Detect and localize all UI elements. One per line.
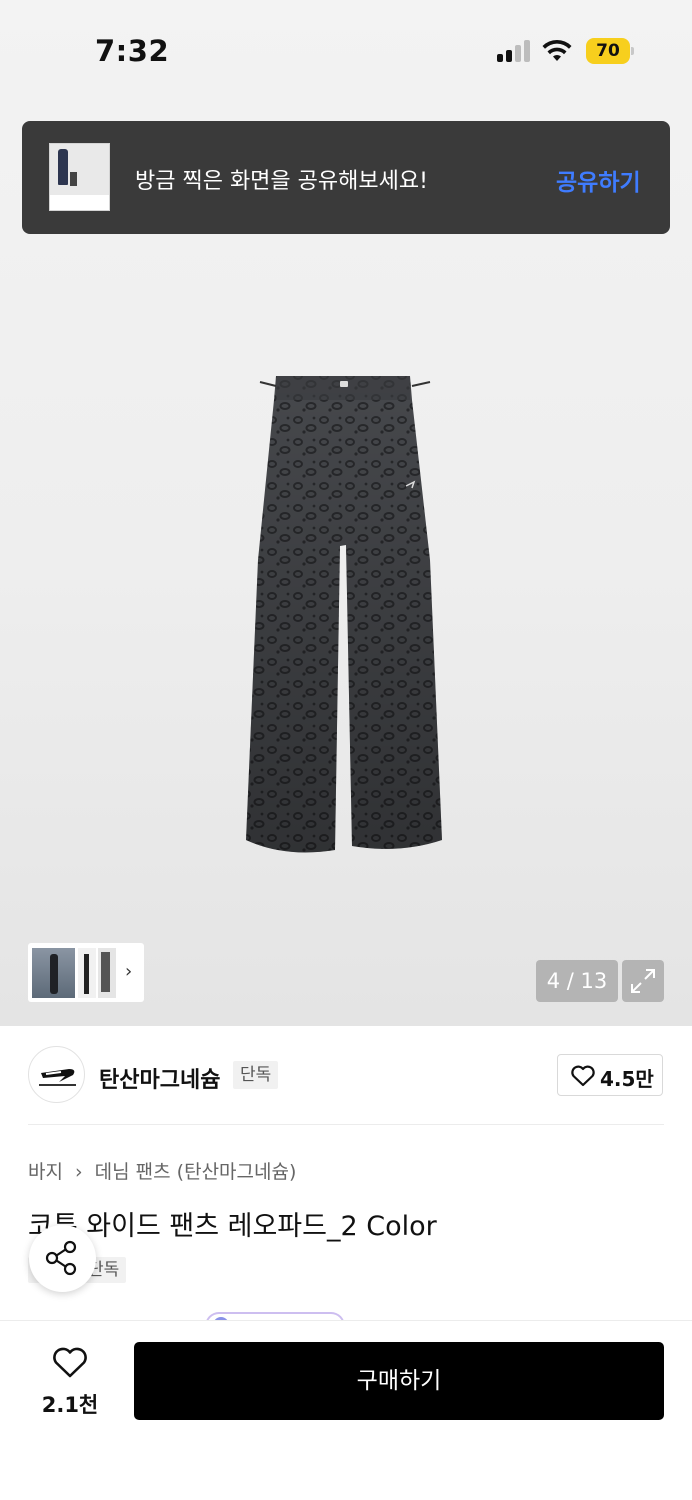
- chevron-right-icon: ›: [75, 1161, 83, 1183]
- exclusive-badge: 단독: [233, 1061, 279, 1089]
- product-image[interactable]: [240, 370, 452, 855]
- share-button[interactable]: [29, 1225, 96, 1292]
- thumbnail-image[interactable]: [32, 948, 75, 998]
- brand-like-button[interactable]: 4.5만: [557, 1054, 663, 1096]
- status-time: 7:32: [95, 34, 170, 68]
- bottom-action-bar: 2.1천 구매하기: [0, 1320, 692, 1500]
- heart-icon: [53, 1347, 87, 1378]
- brand-logo[interactable]: [28, 1046, 85, 1103]
- wishlist-button[interactable]: 2.1천: [34, 1343, 106, 1423]
- screenshot-thumbnail[interactable]: [49, 143, 110, 211]
- share-action-button[interactable]: 공유하기: [556, 163, 641, 197]
- expand-button[interactable]: [622, 960, 664, 1002]
- thumbnail-image[interactable]: [98, 948, 116, 998]
- breadcrumb: 바지 › 데님 팬츠 (탄산마그네슘): [28, 1157, 296, 1184]
- expand-icon: [631, 969, 655, 993]
- breadcrumb-subcategory[interactable]: 데님 팬츠 (탄산마그네슘): [95, 1161, 297, 1183]
- divider: [28, 1124, 664, 1125]
- chevron-right-icon[interactable]: ›: [125, 961, 132, 982]
- buy-button[interactable]: 구매하기: [134, 1342, 664, 1420]
- battery-level: 70: [586, 38, 630, 64]
- wifi-icon: [542, 39, 572, 61]
- wishlist-count: 2.1천: [41, 1393, 99, 1417]
- share-icon: [45, 1240, 77, 1276]
- battery-cap: [631, 47, 634, 55]
- brand-like-count: 4.5만: [600, 1067, 654, 1091]
- share-toast-message: 방금 찍은 화면을 공유해보세요!: [135, 169, 428, 194]
- heart-icon: [571, 1065, 595, 1087]
- brand-logo-mark: [39, 1069, 76, 1086]
- thumbnail-strip[interactable]: ›: [28, 943, 144, 1002]
- battery-icon: 70: [586, 38, 634, 64]
- thumbnail-image[interactable]: [78, 948, 96, 998]
- breadcrumb-category[interactable]: 바지: [28, 1161, 63, 1183]
- brand-name[interactable]: 탄산마그네슘: [99, 1062, 220, 1094]
- signal-icon: [497, 40, 533, 62]
- status-bar: 7:32 70: [0, 0, 692, 100]
- image-page-counter: 4 / 13: [536, 960, 618, 1002]
